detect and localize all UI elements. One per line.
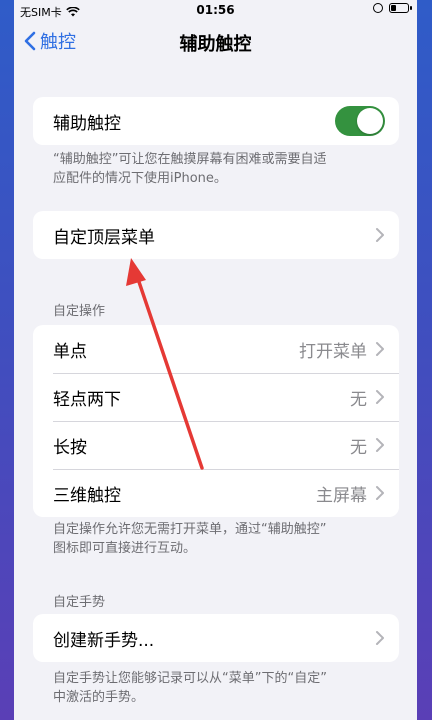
custom-actions-footer: 自定操作允许您无需打开菜单，通过“辅助触控” 图标即可直接进行互动。 bbox=[53, 520, 393, 558]
create-gesture-row[interactable]: 创建新手势... bbox=[33, 614, 399, 662]
action-label: 轻点两下 bbox=[53, 389, 121, 410]
customize-top-menu-row[interactable]: 自定顶层菜单 bbox=[33, 211, 399, 259]
action-label: 长按 bbox=[53, 437, 87, 458]
custom-actions-header: 自定操作 bbox=[53, 304, 106, 319]
chevron-right-icon bbox=[376, 631, 384, 645]
footer-line: 图标即可直接进行互动。 bbox=[53, 541, 197, 556]
footer-line: 应配件的情况下使用iPhone。 bbox=[53, 171, 227, 186]
toggle-knob bbox=[357, 108, 383, 134]
custom-gestures-group: 创建新手势... bbox=[33, 614, 399, 662]
status-time: 01:56 bbox=[196, 3, 235, 17]
create-gesture-label: 创建新手势... bbox=[53, 630, 155, 651]
status-right bbox=[373, 3, 412, 13]
assistive-touch-group: 辅助触控 bbox=[33, 97, 399, 145]
footer-line: 自定手势让您能够记录可以从“菜单”下的“自定” bbox=[53, 671, 327, 686]
action-row-double-tap[interactable]: 轻点两下 无 bbox=[33, 373, 399, 421]
chevron-right-icon bbox=[376, 438, 384, 452]
footer-line: 自定操作允许您无需打开菜单，通过“辅助触控” bbox=[53, 522, 327, 537]
page-title: 辅助触控 bbox=[179, 34, 252, 55]
action-row-single-tap[interactable]: 单点 打开菜单 bbox=[33, 325, 399, 373]
action-label: 三维触控 bbox=[53, 485, 121, 506]
chevron-right-icon bbox=[376, 390, 384, 404]
custom-gestures-footer: 自定手势让您能够记录可以从“菜单”下的“自定” 中激活的手势。 bbox=[53, 669, 393, 707]
action-value: 打开菜单 bbox=[299, 341, 367, 362]
action-value: 无 bbox=[350, 389, 367, 410]
custom-actions-group: 单点 打开菜单 轻点两下 无 长按 无 三维触控 主屏幕 bbox=[33, 325, 399, 517]
top-menu-group: 自定顶层菜单 bbox=[33, 211, 399, 259]
chevron-right-icon bbox=[376, 486, 384, 500]
assistive-touch-label: 辅助触控 bbox=[53, 113, 121, 134]
status-bar: 无SIM卡 01:56 bbox=[14, 0, 417, 22]
custom-gestures-header: 自定手势 bbox=[53, 595, 106, 610]
assistive-touch-toggle[interactable] bbox=[335, 106, 385, 136]
footer-line: “辅助触控”可让您在触摸屏幕有困难或需要自适 bbox=[53, 152, 327, 167]
battery-icon bbox=[389, 3, 412, 13]
chevron-right-icon bbox=[376, 342, 384, 356]
chevron-right-icon bbox=[376, 228, 384, 242]
assistive-touch-footer: “辅助触控”可让您在触摸屏幕有困难或需要自适 应配件的情况下使用iPhone。 bbox=[53, 150, 393, 188]
action-label: 单点 bbox=[53, 341, 87, 362]
assistive-touch-row: 辅助触控 bbox=[33, 97, 399, 145]
rotation-lock-icon bbox=[373, 3, 383, 13]
customize-top-menu-label: 自定顶层菜单 bbox=[53, 227, 155, 248]
action-row-long-press[interactable]: 长按 无 bbox=[33, 421, 399, 469]
action-value: 主屏幕 bbox=[316, 485, 367, 506]
footer-line: 中激活的手势。 bbox=[53, 690, 145, 705]
settings-screen: 无SIM卡 01:56 触控 辅助触控 辅助触控 “辅助触控”可让您在触摸屏幕有… bbox=[14, 0, 417, 720]
action-value: 无 bbox=[350, 437, 367, 458]
navigation-bar: 触控 辅助触控 bbox=[14, 22, 417, 60]
action-row-3d-touch[interactable]: 三维触控 主屏幕 bbox=[33, 469, 399, 517]
